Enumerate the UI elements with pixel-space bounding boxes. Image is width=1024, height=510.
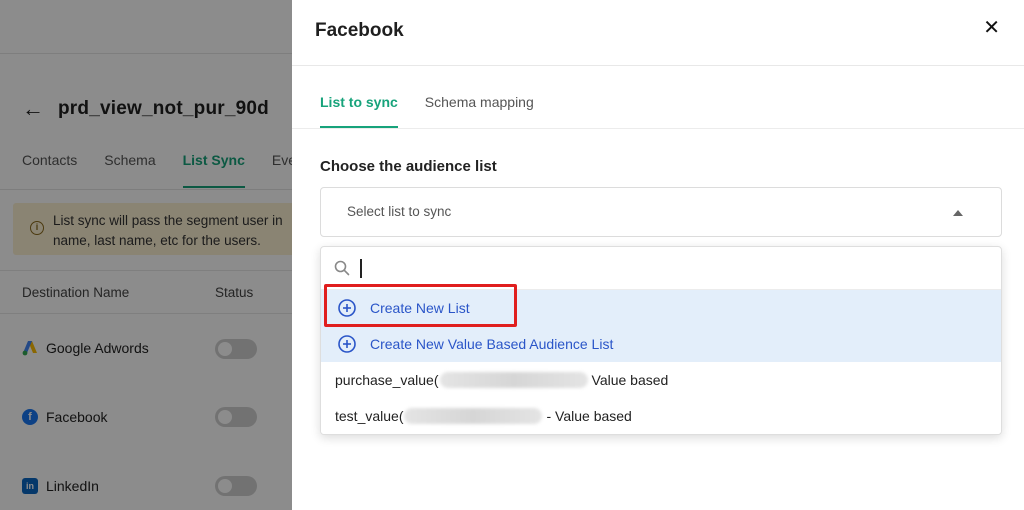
panel-tabs-divider: [292, 128, 1024, 129]
option-label-group: purchase_value( Value based: [335, 372, 668, 388]
caret-up-icon[interactable]: [953, 210, 963, 216]
option-label-prefix: purchase_value(: [335, 372, 439, 388]
redacted-id: [404, 408, 543, 424]
audience-list-label: Choose the audience list: [320, 158, 497, 175]
option-label: Create New List: [370, 300, 470, 316]
search-icon: [334, 260, 350, 276]
tab-schema-mapping[interactable]: Schema mapping: [425, 94, 534, 128]
audience-list-select[interactable]: Select list to sync: [320, 187, 1002, 237]
option-label: Create New Value Based Audience List: [370, 336, 614, 352]
plus-circle-icon: [338, 299, 356, 317]
modal-backdrop[interactable]: [0, 0, 292, 510]
option-label-suffix: Value based: [591, 372, 669, 388]
facebook-sync-panel: Facebook ✕ List to sync Schema mapping C…: [292, 0, 1024, 510]
search-input[interactable]: [359, 256, 979, 282]
option-purchase-value[interactable]: purchase_value( Value based: [321, 362, 1001, 398]
option-test-value[interactable]: test_value( - Value based: [321, 398, 1001, 434]
option-label-prefix: test_value(: [335, 408, 404, 424]
select-placeholder: Select list to sync: [347, 204, 452, 219]
panel-title: Facebook: [315, 20, 404, 41]
panel-header: Facebook ✕: [292, 0, 1024, 66]
option-label-suffix: - Value based: [546, 408, 632, 424]
option-create-new-list[interactable]: Create New List: [321, 290, 1001, 326]
dropdown-search: [321, 247, 1001, 290]
option-create-value-based-list[interactable]: Create New Value Based Audience List: [321, 326, 1001, 362]
redacted-id: [439, 372, 588, 388]
close-icon[interactable]: ✕: [983, 18, 1000, 38]
tab-list-to-sync[interactable]: List to sync: [320, 94, 398, 128]
plus-circle-icon: [338, 335, 356, 353]
audience-list-dropdown: Create New List Create New Value Based A…: [320, 246, 1002, 435]
text-cursor: [360, 259, 362, 278]
panel-tabs: List to sync Schema mapping: [320, 94, 534, 128]
option-label-group: test_value( - Value based: [335, 408, 632, 424]
